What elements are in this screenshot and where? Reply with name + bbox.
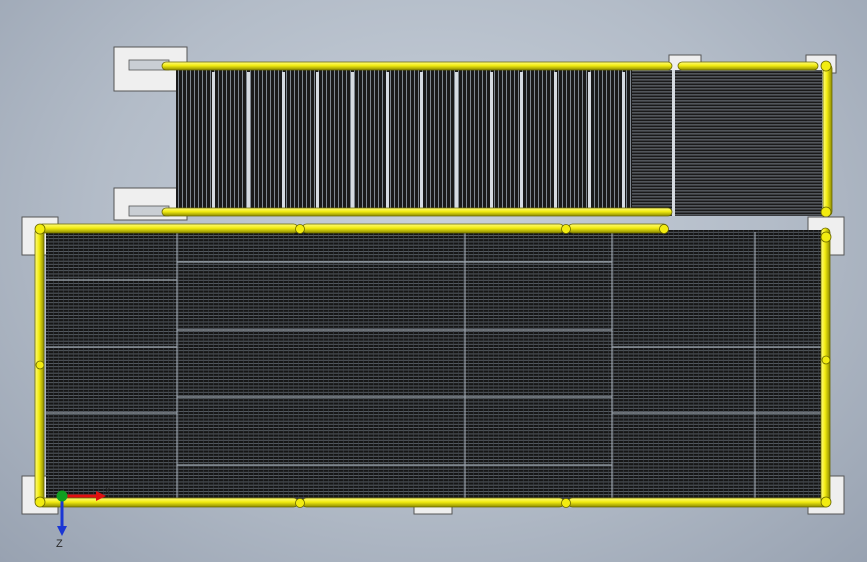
grating-upper-main: [176, 70, 632, 216]
rail-deck-bottom-c: [567, 497, 831, 508]
upper-platform: [113, 46, 837, 221]
rail-deck-right: [820, 227, 831, 505]
rail-deck-top-c: [567, 223, 669, 234]
rail-upper-right-vertical: [822, 63, 833, 217]
rail-deck-bottom-b: [301, 497, 565, 508]
rail-deck-top-b: [301, 223, 565, 234]
coordinate-triad-icon: X Z: [56, 485, 112, 550]
rail-upper-top-right: [677, 61, 819, 71]
rail-upper-top: [161, 61, 673, 71]
coordinate-triad: X Z: [44, 478, 134, 553]
lower-deck: [21, 216, 845, 515]
rail-upper-bottom: [161, 207, 673, 217]
grating-upper-right: [632, 70, 822, 216]
x-axis-label: X: [104, 485, 112, 497]
rail-deck-top-a: [37, 223, 299, 234]
cad-viewport[interactable]: X Z: [0, 0, 867, 562]
z-axis-label: Z: [56, 538, 63, 550]
grating-deck: [46, 230, 826, 502]
